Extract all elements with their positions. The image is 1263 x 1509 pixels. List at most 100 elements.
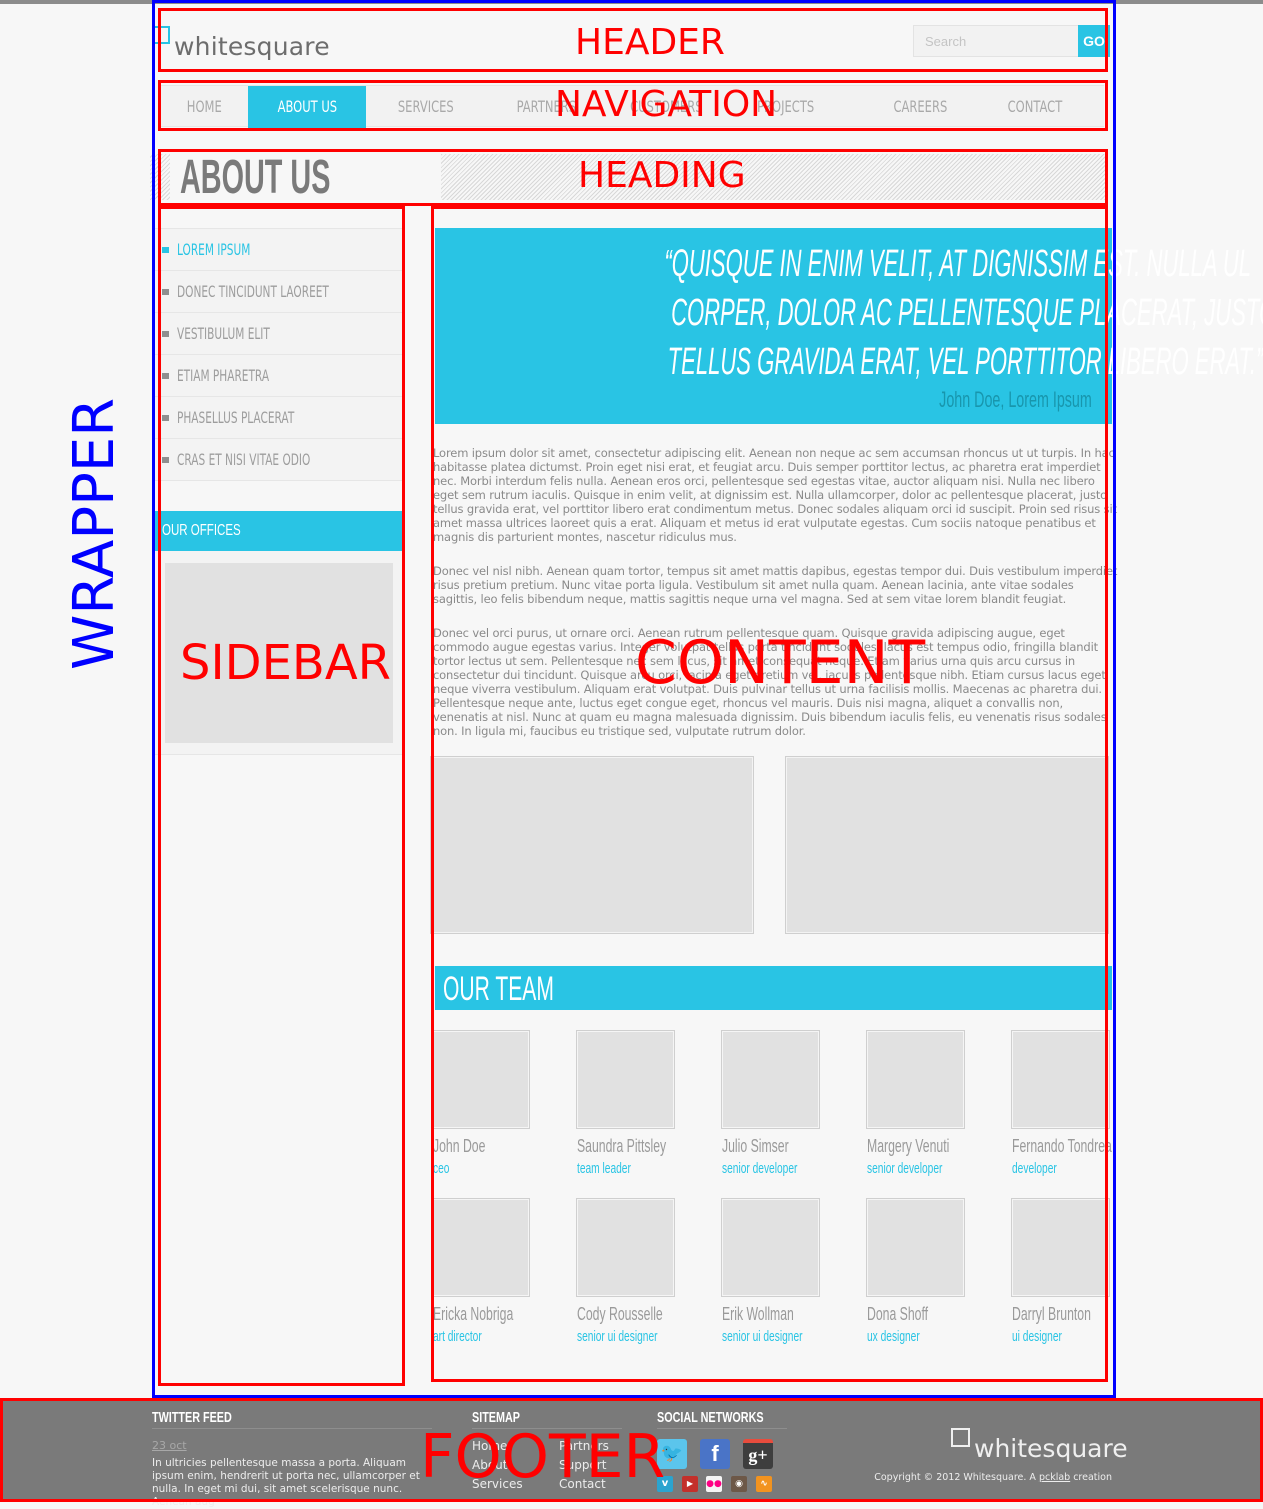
team-member-role: team leader xyxy=(577,1160,631,1177)
team-member-role: ceo xyxy=(433,1160,450,1177)
team-member-name: Cody Rousselle xyxy=(577,1304,663,1324)
sitemap-link-services[interactable]: Services xyxy=(472,1477,523,1491)
sidebar-item-label: ETIAM PHARETRA xyxy=(177,366,270,385)
sidebar-item-cras-et-nisi-vitae-odio[interactable]: CRAS ET NISI VITAE ODIO xyxy=(155,439,403,481)
nav-item-projects[interactable]: PROJECTS xyxy=(726,86,846,128)
team-member-photo[interactable] xyxy=(866,1198,965,1297)
nav-item-customers[interactable]: CUSTOMERS xyxy=(606,86,726,128)
sitemap-link-contact[interactable]: Contact xyxy=(559,1477,606,1491)
bullet-icon xyxy=(162,247,169,253)
team-member-role: art director xyxy=(433,1328,482,1345)
pcklab-link[interactable]: pcklab xyxy=(1039,1472,1070,1483)
team-member-photo[interactable] xyxy=(576,1030,675,1129)
bullet-icon xyxy=(162,415,169,421)
content-image-placeholder xyxy=(785,756,1109,934)
nav-item-home[interactable]: HOME xyxy=(160,86,248,128)
team-member-photo[interactable] xyxy=(721,1198,820,1297)
team-member-name: Fernando Tondrea xyxy=(1012,1136,1112,1156)
team-member-photo[interactable] xyxy=(576,1198,675,1297)
search-go-button[interactable]: GO xyxy=(1078,25,1110,57)
team-member-name: Julio Simser xyxy=(722,1136,789,1156)
team-member-photo[interactable] xyxy=(721,1030,820,1129)
facebook-icon[interactable]: f xyxy=(700,1439,730,1469)
footer-divider xyxy=(657,1428,787,1429)
team-member-role: senior developer xyxy=(722,1160,798,1177)
team-member-name: Darryl Brunton xyxy=(1012,1304,1091,1324)
team-member-name: Dona Shoff xyxy=(867,1304,929,1324)
offices-map-placeholder[interactable] xyxy=(165,563,393,743)
content-image-placeholder xyxy=(430,756,754,934)
team-member-role: ui designer xyxy=(1012,1328,1062,1345)
vimeo-icon[interactable]: v xyxy=(657,1476,673,1492)
team-member-name: Margery Venuti xyxy=(867,1136,950,1156)
content-paragraph: Donec vel nisl nibh. Aenean quam tortor,… xyxy=(433,564,1118,606)
sidebar-item-label: CRAS ET NISI VITAE ODIO xyxy=(177,450,311,469)
youtube-icon[interactable]: ▶ xyxy=(682,1476,698,1492)
team-member-role: senior ui designer xyxy=(577,1328,658,1345)
sidebar-item-donec-tincidunt-laoreet[interactable]: DONEC TINCIDUNT LAOREET xyxy=(155,271,403,313)
nav-item-partners[interactable]: PARTNERS xyxy=(486,86,606,128)
sidebar-item-label: LOREM IPSUM xyxy=(177,240,251,259)
nav-item-services[interactable]: SERVICES xyxy=(366,86,486,128)
team-member-role: ux designer xyxy=(867,1328,920,1345)
sidebar-menu: LOREM IPSUM DONEC TINCIDUNT LAOREET VEST… xyxy=(155,228,403,481)
nav-item-contact[interactable]: CONTACT xyxy=(975,86,1095,128)
quote-line: CORPER, DOLOR AC PELLENTESQUE PLACERAT, … xyxy=(671,292,1263,334)
team-member-role: senior developer xyxy=(867,1160,943,1177)
page-title: ABOUT US xyxy=(170,150,441,204)
team-member-photo[interactable] xyxy=(431,1198,530,1297)
quote-author: John Doe, Lorem Ipsum xyxy=(939,387,1092,412)
sitemap-link-partners[interactable]: Partners xyxy=(559,1439,609,1453)
content-paragraph: Lorem ipsum dolor sit amet, consectetur … xyxy=(433,446,1117,544)
team-member-photo[interactable] xyxy=(431,1030,530,1129)
nav-item-about-us[interactable]: ABOUT US xyxy=(248,86,366,128)
twitter-icon[interactable]: 🐦 xyxy=(657,1439,687,1469)
tweet-text: In ultricies pellentesque massa a porta.… xyxy=(152,1457,420,1508)
team-member-photo[interactable] xyxy=(866,1030,965,1129)
sidebar-item-phasellus-placerat[interactable]: PHASELLUS PLACERAT xyxy=(155,397,403,439)
search-input[interactable] xyxy=(913,25,1079,57)
team-heading: OUR TEAM xyxy=(435,966,1112,1010)
flickr-icon[interactable]: ●● xyxy=(706,1476,722,1492)
content-paragraph: Donec vel orci purus, ut ornare orci. Ae… xyxy=(433,626,1107,738)
team-member-name: Ericka Nobriga xyxy=(433,1304,514,1324)
team-member-name: Saundra Pittsley xyxy=(577,1136,667,1156)
twitter-feed-heading: TWITTER FEED xyxy=(152,1409,232,1426)
bullet-icon xyxy=(162,331,169,337)
team-member-photo[interactable] xyxy=(1011,1030,1110,1129)
social-networks-heading: SOCIAL NETWORKS xyxy=(657,1409,764,1426)
team-member-photo[interactable] xyxy=(1011,1198,1110,1297)
logo-text[interactable]: whitesquare xyxy=(174,32,330,61)
sidebar-item-vestibulum-elit[interactable]: VESTIBULUM ELIT xyxy=(155,313,403,355)
sitemap-link-about[interactable]: About xyxy=(472,1458,507,1472)
nav-item-careers[interactable]: CAREERS xyxy=(860,86,980,128)
bullet-icon xyxy=(162,457,169,463)
rss-icon[interactable]: ∿ xyxy=(756,1476,772,1492)
team-member-name: Erik Wollman xyxy=(722,1304,794,1324)
sitemap-link-support[interactable]: Support xyxy=(559,1458,606,1472)
top-bar xyxy=(0,0,1263,4)
bullet-icon xyxy=(162,373,169,379)
sitemap-link-home[interactable]: Home xyxy=(472,1439,507,1453)
instagram-icon[interactable]: ◉ xyxy=(731,1476,747,1492)
main-navigation: HOME ABOUT US SERVICES PARTNERS CUSTOMER… xyxy=(160,85,1104,128)
quote-line: “QUISQUE IN ENIM VELIT, AT DIGNISSIM EST… xyxy=(664,243,1252,285)
team-member-role: senior ui designer xyxy=(722,1328,803,1345)
team-member-role: developer xyxy=(1012,1160,1057,1177)
sitemap-heading: SITEMAP xyxy=(472,1409,521,1426)
sidebar-item-etiam-pharetra[interactable]: ETIAM PHARETRA xyxy=(155,355,403,397)
quote-text: “QUISQUE IN ENIM VELIT, AT DIGNISSIM EST… xyxy=(452,240,1263,387)
footer-divider xyxy=(152,1428,432,1429)
logo-square-icon[interactable] xyxy=(152,26,170,44)
sidebar-item-lorem-ipsum[interactable]: LOREM IPSUM xyxy=(155,229,403,271)
tweet-date-link[interactable]: 23 oct xyxy=(152,1439,187,1452)
quote-line: TELLUS GRAVIDA ERAT, VEL PORTTITOR LIBER… xyxy=(667,341,1263,383)
sidebar-item-label: PHASELLUS PLACERAT xyxy=(177,408,295,427)
footer-divider xyxy=(472,1428,622,1429)
footer-logo-square-icon xyxy=(951,1428,970,1447)
google-plus-icon[interactable]: g+ xyxy=(743,1439,773,1469)
header-annotation-label: HEADER xyxy=(575,22,725,63)
sidebar-item-label: DONEC TINCIDUNT LAOREET xyxy=(177,282,329,301)
sidebar-item-label: VESTIBULUM ELIT xyxy=(177,324,270,343)
offices-heading: OUR OFFICES xyxy=(155,511,403,551)
